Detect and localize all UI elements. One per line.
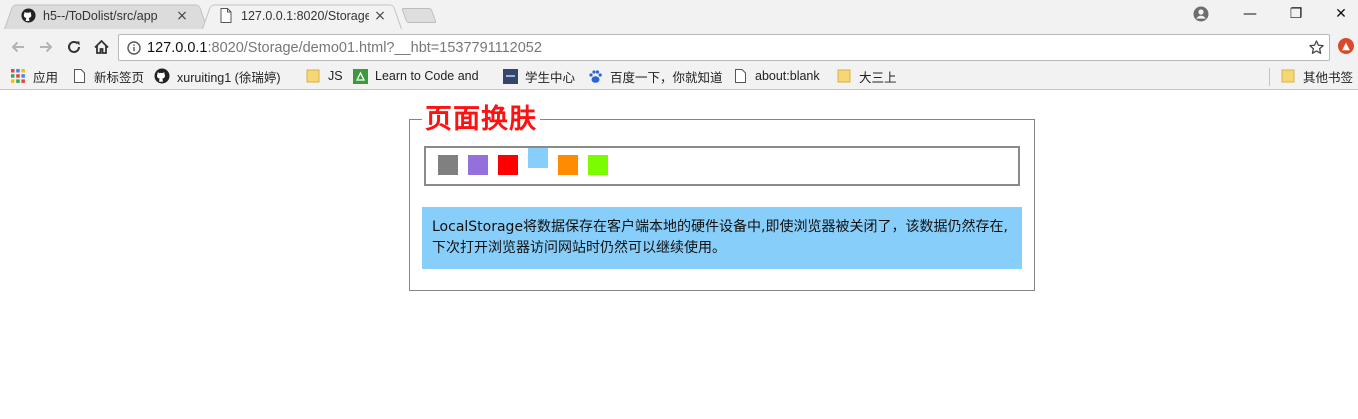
student-center-icon (502, 68, 518, 84)
bookmark-apps[interactable]: 应用 (10, 67, 58, 85)
swatch-bar (424, 146, 1020, 186)
page-icon (218, 8, 234, 24)
new-tab-button[interactable] (401, 8, 437, 23)
back-arrow-icon (11, 41, 24, 53)
info-text: LocalStorage将数据保存在客户端本地的硬件设备中,即使浏览器被关闭了，… (432, 219, 1008, 256)
apps-grid-icon (10, 68, 26, 84)
tab-title: h5--/ToDolist/src/app (43, 8, 158, 23)
url-host: 127.0.0.1 (147, 39, 208, 56)
bookmark-github-user[interactable]: xuruiting1 (徐瑞婷) (154, 67, 281, 85)
minimize-button[interactable]: — (1227, 0, 1273, 28)
bookmark-label: JS (328, 69, 343, 83)
folder-icon (305, 68, 321, 84)
folder-icon (836, 68, 852, 84)
page-title: 页面换肤 (422, 104, 540, 136)
bookmark-about-blank[interactable]: about:blank (732, 67, 820, 85)
page-icon (71, 68, 87, 84)
address-bar[interactable]: 127.0.0.1:8020/Storage/demo01.html?__hbt… (118, 34, 1330, 61)
bookmark-student-center[interactable]: 学生中心 (502, 67, 575, 85)
tab-title: 127.0.0.1:8020/Storage (241, 8, 369, 23)
bookmark-label: xuruiting1 (徐瑞婷) (177, 70, 281, 85)
reload-button[interactable] (61, 34, 87, 60)
folder-icon (1280, 68, 1296, 84)
bookmark-other-bookmarks[interactable]: 其他书签 (1280, 67, 1353, 85)
bookmark-label: 学生中心 (525, 70, 576, 85)
back-button[interactable] (5, 34, 31, 60)
bookmark-label: 应用 (33, 70, 59, 85)
bookmark-star-icon[interactable] (1308, 39, 1325, 60)
swatch-gray[interactable] (438, 155, 458, 175)
page-icon (732, 68, 748, 84)
home-button[interactable] (88, 34, 114, 60)
url-text: 127.0.0.1:8020/Storage/demo01.html?__hbt… (147, 40, 542, 56)
url-path: :8020/Storage/demo01.html?__hbt=15377911… (207, 39, 542, 56)
close-window-button[interactable]: ✕ (1318, 0, 1358, 28)
swatch-purple[interactable] (468, 155, 488, 175)
forward-arrow-icon (40, 41, 53, 53)
tab-close-icon[interactable]: × (373, 8, 387, 24)
tab-storage[interactable]: 127.0.0.1:8020/Storage × (202, 2, 402, 30)
bookmark-label: Learn to Code and (375, 69, 479, 83)
bookmark-folder-junior[interactable]: 大三上 (836, 67, 897, 85)
github-icon (154, 68, 170, 84)
bookmark-baidu[interactable]: 百度一下，你就知道 (587, 67, 723, 85)
bookmark-label: 新标签页 (94, 70, 145, 85)
bookmarks-divider (1269, 68, 1270, 86)
home-icon (93, 39, 109, 54)
bookmark-label: 百度一下，你就知道 (610, 70, 723, 85)
swatch-lightskyblue[interactable] (528, 148, 548, 168)
bookmark-learn-to-code[interactable]: Learn to Code and (352, 67, 479, 85)
bookmark-label: about:blank (755, 69, 820, 83)
site-info-icon[interactable] (127, 40, 141, 55)
bookmark-label: 大三上 (859, 70, 897, 85)
forward-button[interactable] (33, 34, 59, 60)
bookmark-folder-js[interactable]: JS (305, 67, 343, 85)
tab-close-icon[interactable]: × (175, 8, 189, 24)
bookmark-new-tab[interactable]: 新标签页 (71, 67, 144, 85)
browser-toolbar: 127.0.0.1:8020/Storage/demo01.html?__hbt… (0, 30, 1358, 63)
profile-icon[interactable] (1193, 6, 1209, 26)
swatch-lawngreen[interactable] (588, 155, 608, 175)
tab-todolist[interactable]: h5--/ToDolist/src/app × (4, 2, 208, 30)
bookmarks-bar: 应用 新标签页 xuruiting1 (徐瑞婷) JS Learn to Cod… (0, 63, 1358, 90)
code-camp-icon (352, 68, 368, 84)
tab-strip: h5--/ToDolist/src/app × 127.0.0.1:8020/S… (0, 0, 1358, 30)
swatch-red[interactable] (498, 155, 518, 175)
swatch-orange[interactable] (558, 155, 578, 175)
baidu-paw-icon (587, 68, 603, 84)
info-panel: LocalStorage将数据保存在客户端本地的硬件设备中,即使浏览器被关闭了，… (422, 207, 1022, 269)
bookmark-label: 其他书签 (1303, 70, 1354, 85)
github-icon (20, 8, 36, 24)
restore-button[interactable]: ❐ (1273, 0, 1319, 28)
extension-icon[interactable]: ▲ (1338, 38, 1354, 54)
reload-icon (68, 40, 80, 53)
